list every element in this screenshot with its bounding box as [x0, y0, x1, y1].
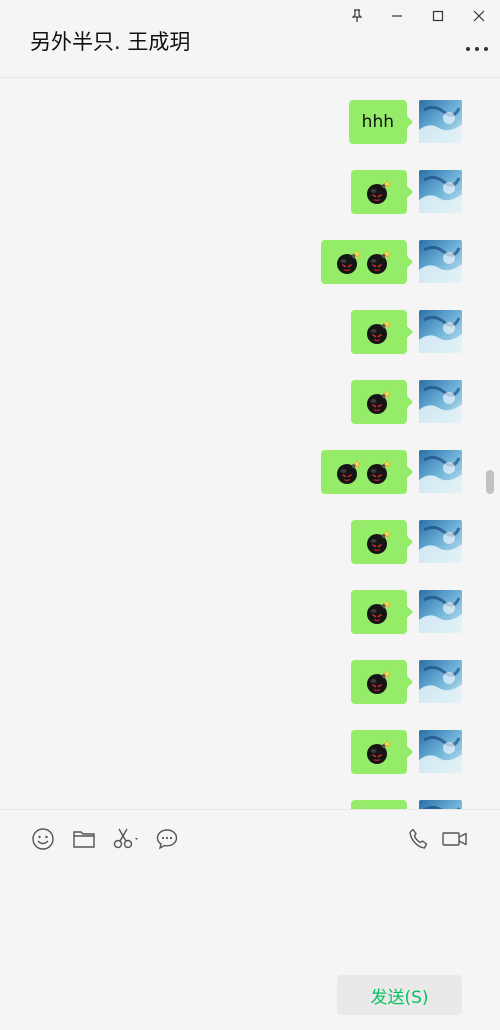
emoji-group [364, 528, 394, 556]
avatar[interactable] [419, 800, 462, 809]
send-button[interactable]: 发送(S) [337, 975, 462, 1015]
emoji-group [364, 668, 394, 696]
emoji-group [364, 388, 394, 416]
message-row: hhh [348, 100, 462, 150]
chat-history-icon[interactable] [154, 826, 180, 852]
avatar[interactable] [419, 310, 462, 353]
bomb-emoji [367, 460, 391, 484]
message-bubble[interactable] [351, 380, 413, 424]
avatar[interactable] [419, 170, 462, 213]
bomb-emoji [367, 530, 391, 554]
minimize-icon[interactable] [387, 6, 407, 26]
message-bubble[interactable] [321, 240, 413, 284]
avatar[interactable] [419, 660, 462, 703]
folder-icon[interactable] [71, 826, 97, 852]
close-icon[interactable] [469, 6, 489, 26]
avatar[interactable] [419, 100, 462, 143]
message-list[interactable]: hhh [0, 79, 500, 809]
avatar[interactable] [419, 380, 462, 423]
title-bar: 另外半只. 王成玥 [0, 0, 500, 78]
message-row [351, 730, 462, 780]
chat-title: 另外半只. 王成玥 [30, 30, 191, 54]
message-bubble[interactable]: hhh [348, 100, 414, 144]
message-row [351, 800, 462, 809]
pin-icon[interactable] [347, 6, 367, 26]
bomb-emoji [337, 460, 361, 484]
emoji-group [364, 178, 394, 206]
message-row [351, 310, 462, 360]
bomb-emoji [367, 600, 391, 624]
message-bubble[interactable] [351, 660, 413, 704]
message-row [351, 170, 462, 220]
scrollbar-thumb[interactable] [486, 470, 494, 494]
message-bubble[interactable] [351, 800, 407, 809]
message-input[interactable] [20, 866, 480, 966]
message-row [351, 590, 462, 640]
message-row [351, 520, 462, 570]
emoji-group [364, 738, 394, 766]
composer-divider [0, 809, 500, 810]
message-bubble[interactable] [351, 310, 413, 354]
scissors-icon[interactable] [112, 826, 142, 852]
bomb-emoji [367, 320, 391, 344]
maximize-icon[interactable] [428, 6, 448, 26]
emoji-icon[interactable] [30, 826, 56, 852]
bomb-emoji [367, 250, 391, 274]
message-row [351, 660, 462, 710]
message-bubble[interactable] [351, 170, 413, 214]
avatar[interactable] [419, 450, 462, 493]
bomb-emoji [367, 180, 391, 204]
avatar[interactable] [419, 240, 462, 283]
phone-icon[interactable] [406, 826, 432, 852]
message-row [351, 380, 462, 430]
video-icon[interactable] [441, 826, 469, 852]
message-row [321, 240, 462, 290]
emoji-group [334, 458, 394, 486]
bomb-emoji [367, 390, 391, 414]
message-row [321, 450, 462, 500]
avatar[interactable] [419, 520, 462, 563]
message-bubble[interactable] [351, 590, 413, 634]
avatar[interactable] [419, 730, 462, 773]
more-icon[interactable] [466, 44, 488, 54]
bomb-emoji [337, 250, 361, 274]
bomb-emoji [367, 670, 391, 694]
emoji-group [364, 318, 394, 346]
emoji-group [334, 248, 394, 276]
emoji-group [364, 598, 394, 626]
message-bubble[interactable] [351, 520, 413, 564]
message-bubble[interactable] [321, 450, 413, 494]
avatar[interactable] [419, 590, 462, 633]
bomb-emoji [367, 740, 391, 764]
message-bubble[interactable] [351, 730, 413, 774]
